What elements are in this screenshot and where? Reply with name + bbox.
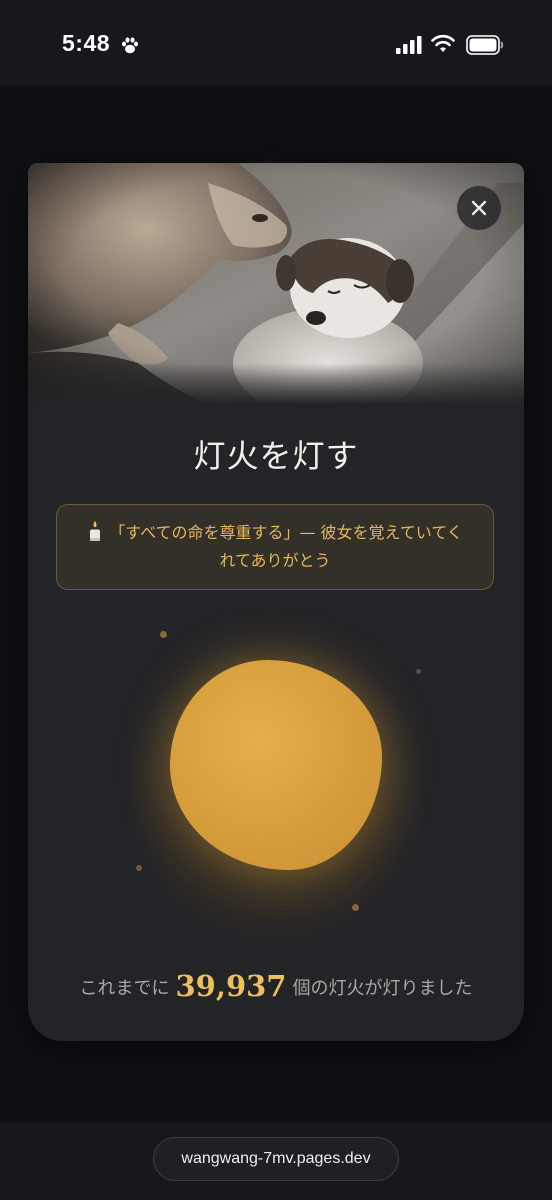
screen: 5:48 灯火を灯す 「すべての命を尊重する」— 彼女を覚えていてくれてありがと…	[0, 0, 552, 1200]
browser-bottom-bar: wangwang-7mv.pages.dev	[0, 1122, 552, 1200]
lamp-count-number: 39,937	[175, 969, 287, 1003]
tribute-message-text: 「すべての命を尊重する」— 彼女を覚えていてくれてありがとう	[109, 523, 463, 570]
light-lamp-modal: 灯火を灯す 「すべての命を尊重する」— 彼女を覚えていてくれてありがとう これま…	[28, 163, 524, 1041]
signal-icon	[396, 36, 422, 54]
battery-icon	[466, 35, 504, 55]
candle-icon	[90, 521, 101, 541]
hero-fade	[28, 363, 524, 405]
spark-particle	[160, 631, 167, 638]
spark-particle	[352, 904, 359, 911]
lamp-count-line: これまでに 39,937 個の灯火が灯りました	[28, 969, 524, 1003]
spark-particle	[416, 669, 421, 674]
url-bar[interactable]: wangwang-7mv.pages.dev	[153, 1137, 399, 1181]
wifi-icon	[431, 34, 455, 52]
status-bar: 5:48	[0, 0, 552, 86]
spark-particle	[136, 865, 142, 871]
modal-title: 灯火を灯す	[193, 437, 359, 475]
count-prefix: これまでに	[79, 978, 170, 999]
status-time: 5:48	[62, 30, 111, 56]
paw-icon	[122, 37, 138, 54]
tribute-message: 「すべての命を尊重する」— 彼女を覚えていてくれてありがとう	[56, 504, 494, 590]
lamp-glow-area	[28, 603, 524, 963]
close-button[interactable]	[457, 186, 501, 230]
close-icon[interactable]	[470, 199, 488, 217]
count-suffix: 個の灯火が灯りました	[292, 978, 473, 999]
